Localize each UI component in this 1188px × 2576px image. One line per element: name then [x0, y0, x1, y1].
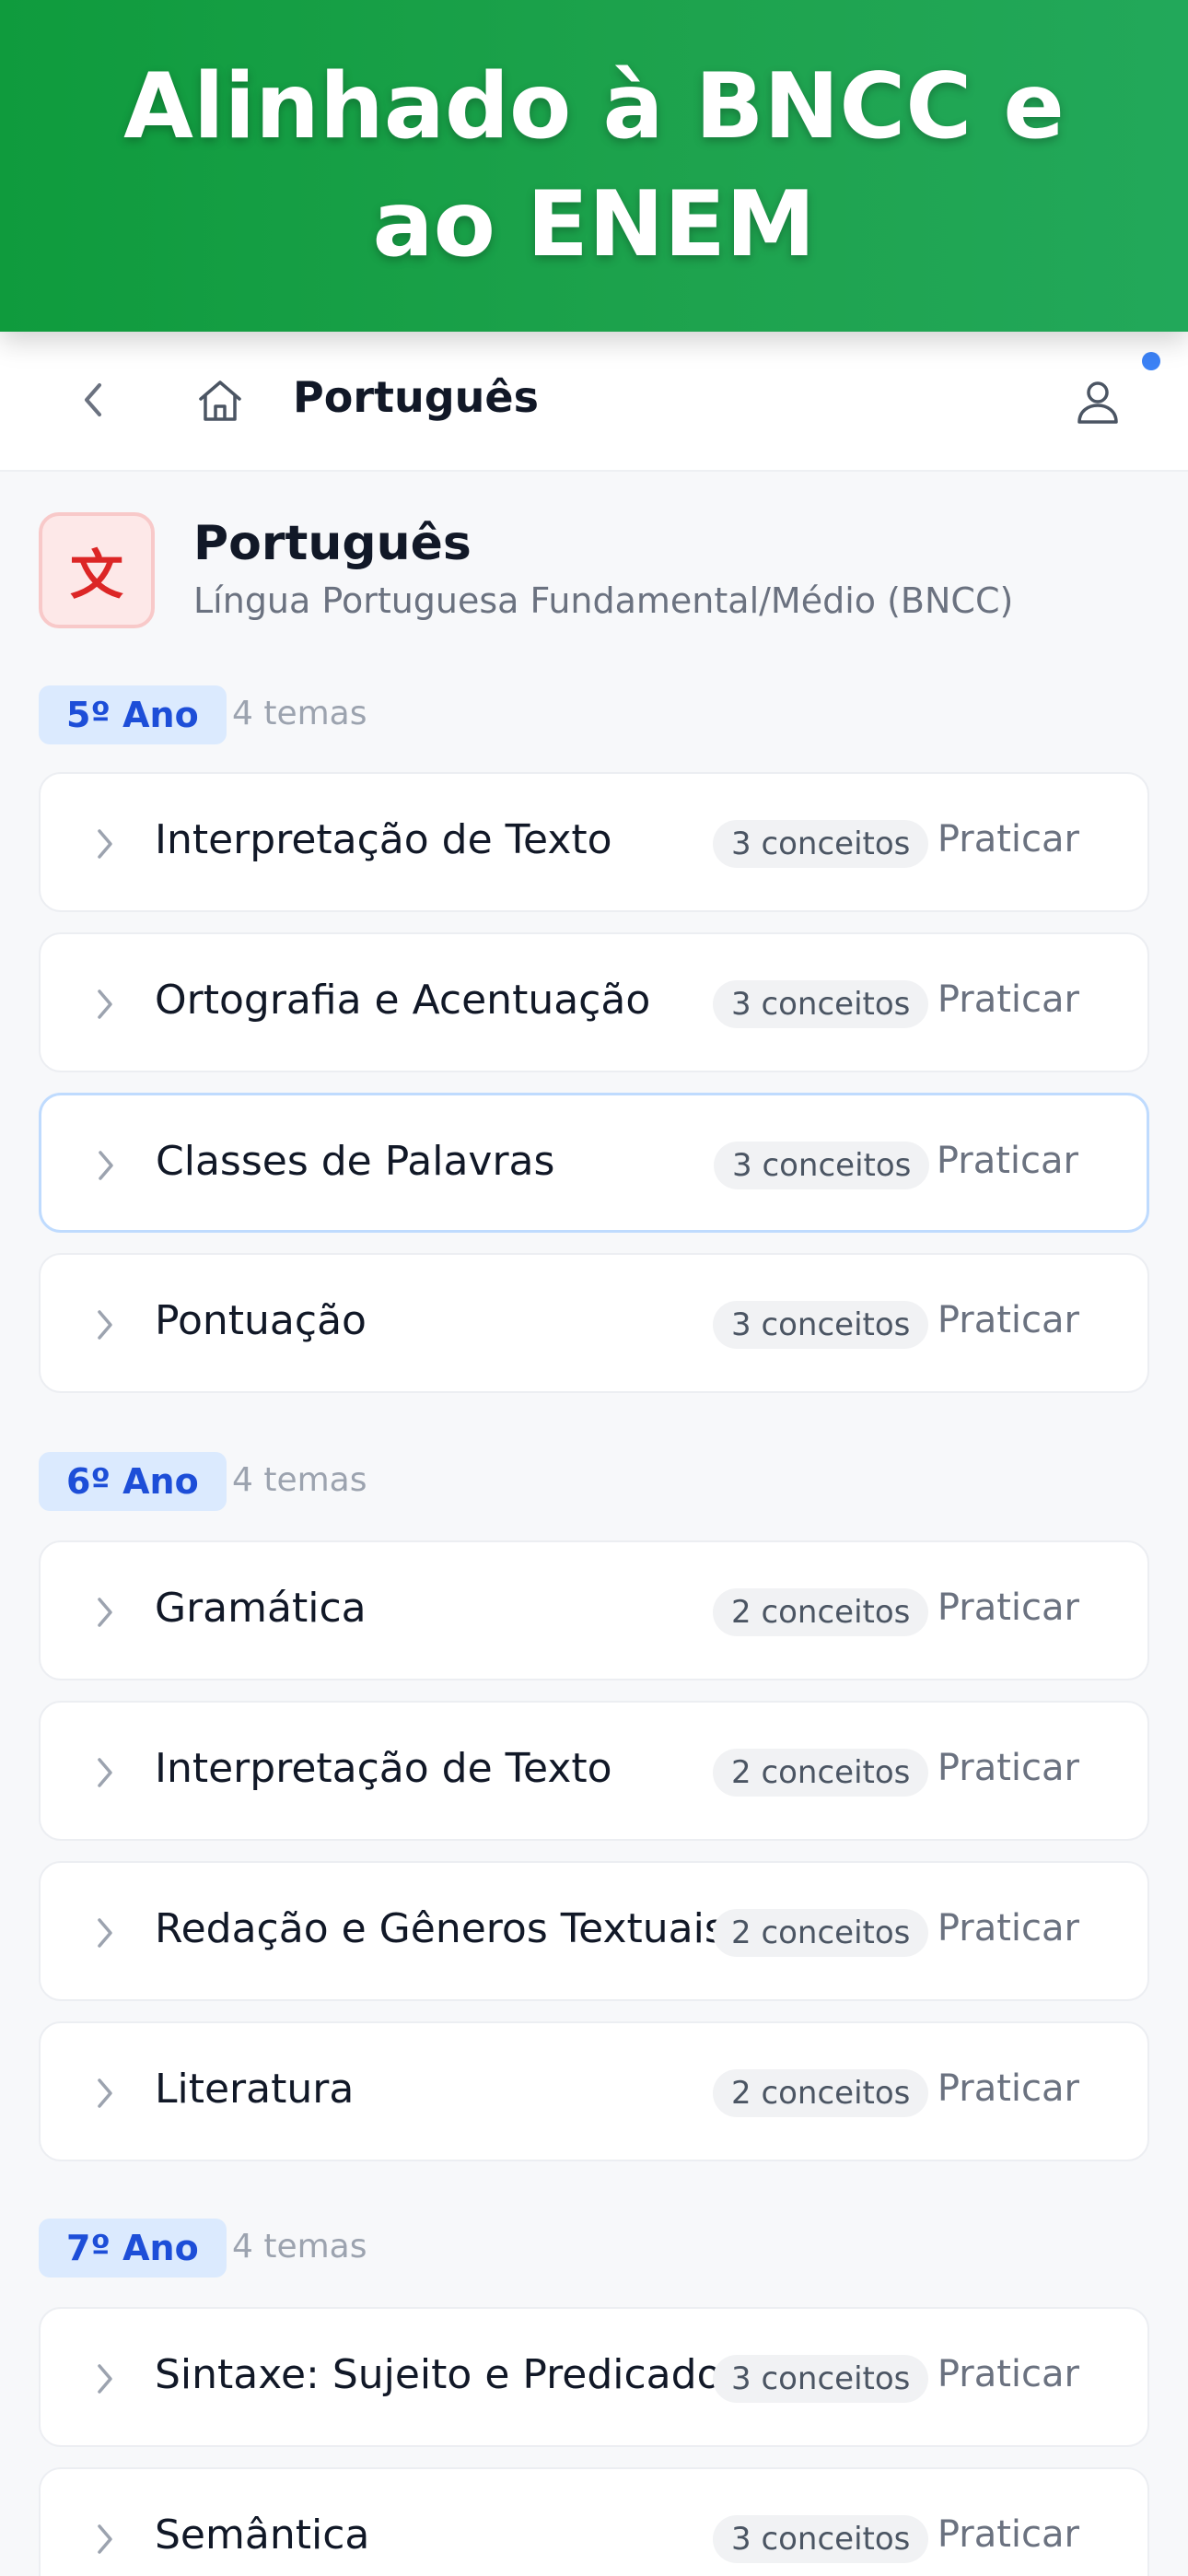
topic-row[interactable]: Classes de Palavras 3 conceitos Praticar: [39, 1093, 1149, 1233]
concepts-badge: 2 conceitos: [713, 1749, 929, 1797]
topic-name: Interpretação de Texto: [155, 816, 612, 863]
chevron-right-icon: [98, 2524, 112, 2554]
practice-button[interactable]: Praticar: [938, 1299, 1079, 1341]
topic-row[interactable]: Semântica 3 conceitos Praticar: [39, 2467, 1149, 2576]
subject-description: Língua Portuguesa Fundamental/Médio (BNC…: [193, 580, 1014, 621]
topic-row[interactable]: Literatura 2 conceitos Praticar: [39, 2021, 1149, 2161]
chevron-left-icon: [85, 383, 101, 416]
home-icon: [199, 381, 241, 421]
topic-name: Semântica: [155, 2512, 370, 2558]
back-button[interactable]: [72, 378, 116, 422]
promo-banner: Alinhado à BNCC e ao ENEM: [0, 0, 1188, 332]
concepts-badge: 2 conceitos: [713, 1588, 929, 1636]
notification-dot: [1142, 352, 1160, 370]
topic-name: Interpretação de Texto: [155, 1745, 612, 1792]
practice-button[interactable]: Praticar: [938, 1587, 1079, 1629]
topic-name: Literatura: [155, 2066, 355, 2113]
grade-badge: 6º Ano: [39, 1452, 227, 1511]
practice-button[interactable]: Praticar: [938, 2353, 1079, 2395]
grade-badge: 5º Ano: [39, 685, 227, 744]
chevron-right-icon: [98, 1918, 112, 1948]
chevron-right-icon: [98, 2078, 112, 2108]
chevron-right-icon: [98, 2364, 112, 2394]
topic-row[interactable]: Interpretação de Texto 3 conceitos Prati…: [39, 772, 1149, 912]
topic-name: Gramática: [155, 1585, 367, 1632]
concepts-badge: 3 conceitos: [713, 2515, 929, 2563]
topic-row[interactable]: Ortografia e Acentuação 3 conceitos Prat…: [39, 932, 1149, 1072]
topic-row[interactable]: Pontuação 3 conceitos Praticar: [39, 1253, 1149, 1393]
subject-name: Português: [193, 516, 472, 571]
concepts-badge: 3 conceitos: [713, 820, 929, 868]
chevron-right-icon: [98, 829, 112, 859]
topic-name: Sintaxe: Sujeito e Predicado: [155, 2351, 722, 2398]
practice-button[interactable]: Praticar: [937, 1140, 1078, 1182]
chevron-right-icon: [98, 1598, 112, 1627]
topic-row[interactable]: Interpretação de Texto 2 conceitos Prati…: [39, 1701, 1149, 1841]
topic-row[interactable]: Redação e Gêneros Textuais 2 conceitos P…: [39, 1861, 1149, 2001]
chevron-right-icon: [99, 1151, 113, 1180]
concepts-badge: 3 conceitos: [713, 1301, 929, 1349]
top-navbar: Português: [0, 332, 1188, 472]
topic-row[interactable]: Sintaxe: Sujeito e Predicado 3 conceitos…: [39, 2307, 1149, 2447]
practice-button[interactable]: Praticar: [938, 2513, 1079, 2556]
concepts-badge: 2 conceitos: [713, 1909, 929, 1957]
grade-section: 7º Ano 4 temas Sintaxe: Sujeito e Predic…: [39, 2219, 1149, 2576]
concepts-badge: 3 conceitos: [713, 2355, 929, 2403]
practice-button[interactable]: Praticar: [938, 2067, 1079, 2110]
concepts-badge: 3 conceitos: [714, 1142, 930, 1189]
subject-header: 文 Português Língua Portuguesa Fundamenta…: [39, 512, 1144, 630]
topic-name: Pontuação: [155, 1297, 367, 1344]
grade-topic-count: 4 temas: [232, 1461, 367, 1499]
grade-section: 6º Ano 4 temas Gramática 2 conceitos Pra…: [39, 1452, 1149, 2161]
topic-name: Classes de Palavras: [156, 1138, 555, 1185]
practice-button[interactable]: Praticar: [938, 978, 1079, 1021]
practice-button[interactable]: Praticar: [938, 1747, 1079, 1789]
banner-headline: Alinhado à BNCC e ao ENEM: [123, 54, 1065, 277]
concepts-badge: 3 conceitos: [713, 980, 929, 1028]
practice-button[interactable]: Praticar: [938, 818, 1079, 861]
chevron-right-icon: [98, 1310, 112, 1340]
chevron-right-icon: [98, 989, 112, 1019]
user-icon: [1077, 381, 1118, 424]
home-button[interactable]: [195, 376, 245, 426]
page-title: Português: [293, 372, 539, 422]
concepts-badge: 2 conceitos: [713, 2069, 929, 2117]
practice-button[interactable]: Praticar: [938, 1907, 1079, 1950]
grade-topic-count: 4 temas: [232, 695, 367, 732]
grade-badge: 7º Ano: [39, 2219, 227, 2277]
profile-button[interactable]: [1072, 376, 1124, 427]
grade-section: 5º Ano 4 temas Interpretação de Texto 3 …: [39, 685, 1149, 1393]
topic-name: Redação e Gêneros Textuais: [155, 1905, 726, 1952]
language-icon: 文: [39, 512, 155, 628]
grade-topic-count: 4 temas: [232, 2228, 367, 2266]
topic-row[interactable]: Gramática 2 conceitos Praticar: [39, 1540, 1149, 1680]
chevron-right-icon: [98, 1758, 112, 1787]
topic-name: Ortografia e Acentuação: [155, 977, 651, 1024]
subject-icon-glyph: 文: [69, 544, 123, 606]
